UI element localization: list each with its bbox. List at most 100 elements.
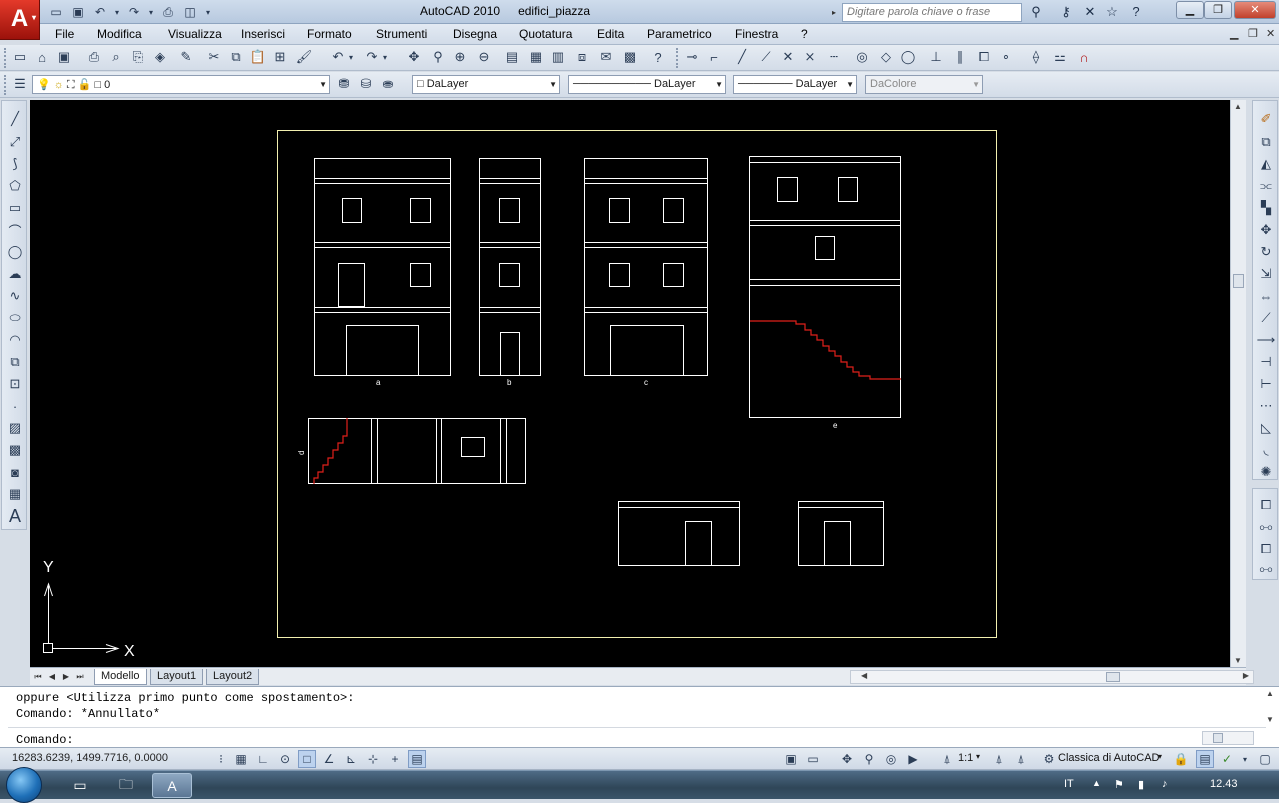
prev-tab-icon[interactable]: ◀ [46,670,58,683]
auto-scale-icon[interactable]: ⍋ [1012,750,1030,768]
snap-mode-icon[interactable]: ▦ [232,750,250,768]
scroll-left-icon[interactable]: ◀ [861,671,867,680]
markup-icon[interactable]: ✉ [596,47,616,67]
menu-file[interactable]: File [55,27,74,41]
network-signal-icon[interactable]: ▮ [1138,778,1144,791]
tab-layout1[interactable]: Layout1 [150,669,204,685]
layer-control-dropdown[interactable]: 💡 ☼ ⛶ 🔓 □ 0 ▼ [32,75,330,94]
start-button[interactable] [6,767,42,803]
menu-finestra[interactable]: Finestra [735,27,778,41]
zoom-realtime-icon[interactable]: ⚲ [428,47,448,67]
isolate-objects-icon[interactable]: ✓ [1218,750,1236,768]
new-icon[interactable]: ▭ [10,47,30,67]
subscription-icon[interactable]: ⚷ [1056,3,1076,21]
point-icon[interactable]: · [5,396,25,416]
osnap-settings-magnet-icon[interactable]: ∩ [1074,47,1094,67]
color-control-dropdown[interactable]: □ DaLayer ▼ [412,75,560,94]
dynamic-ucs-icon[interactable]: ⊾ [342,750,360,768]
zoom-window-icon[interactable]: ⊕ [450,47,470,67]
layer-previous-icon[interactable]: ⛁ [356,74,376,94]
snap-tangent-icon[interactable]: ◯ [898,47,918,67]
annotation-scale-value[interactable]: 1:1 [958,752,973,764]
object-snap-icon[interactable]: □ [298,750,316,768]
help-icon[interactable]: ? [648,47,668,67]
snap-nearest-icon[interactable]: ⟠ [1026,47,1046,67]
undo-dropdown-icon[interactable]: ▾ [112,3,122,21]
move-icon[interactable]: ✥ [1256,220,1276,240]
redo-icon[interactable]: ↷ [362,47,382,67]
menu-inserisci[interactable]: Inserisci [241,27,285,41]
action-center-flag-icon[interactable]: ⚑ [1114,778,1124,791]
horizontal-scrollbar[interactable]: ◀ ▶ [850,670,1254,684]
drawing-canvas[interactable]: a b c e d Y X [30,100,1230,667]
open-icon[interactable]: ⌂ [32,47,52,67]
plot-icon[interactable]: ⎙ [158,3,178,21]
coordinates-display[interactable]: 16283.6239, 1499.7716, 0.0000 [12,752,168,764]
cut-icon[interactable]: ✂ [204,47,224,67]
publish-icon[interactable]: ⎘ [128,47,148,67]
gradient-icon[interactable]: ▩ [5,440,25,460]
menu-strumenti[interactable]: Strumenti [376,27,427,41]
vertical-scrollbar[interactable]: ▲ ▼ [1230,100,1246,667]
properties-icon[interactable]: ▤ [502,47,522,67]
plot-preview-icon[interactable]: ⌕ [106,47,126,67]
bring-above-icon[interactable]: ⧠ [1256,539,1276,559]
paste-block-icon[interactable]: ⊞ [270,47,290,67]
horizontal-scroll-thumb[interactable] [1106,672,1120,682]
quick-view-layouts-icon[interactable]: ▭ [804,750,822,768]
menu-visualizza[interactable]: Visualizza [168,27,222,41]
command-hscroll-thumb[interactable] [1213,733,1223,743]
snap-node-icon[interactable]: ∘ [996,47,1016,67]
make-current-layer-icon[interactable]: ⛃ [334,74,354,94]
sheet-set-icon[interactable]: ⧈ [572,47,592,67]
clean-screen-icon[interactable]: ▢ [1256,750,1274,768]
snap-apparent-intersect-icon[interactable]: ⨯ [800,47,820,67]
chevron-down-icon[interactable]: ▾ [1158,752,1162,761]
pan-status-icon[interactable]: ✥ [838,750,856,768]
ortho-mode-icon[interactable]: ∟ [254,750,272,768]
explode-icon[interactable]: ✺ [1256,462,1276,482]
undo-icon[interactable]: ↶ [90,3,110,21]
break-at-point-icon[interactable]: ⊣ [1256,352,1276,372]
multiline-text-icon[interactable]: A [5,506,25,526]
command-prompt[interactable]: Comando: [16,733,74,747]
snap-none-icon[interactable]: ⚍ [1050,47,1070,67]
polygon-icon[interactable]: ⬠ [5,176,25,196]
last-tab-icon[interactable]: ⏭ [74,670,86,683]
spline-icon[interactable]: ∿ [5,286,25,306]
first-tab-icon[interactable]: ⏮ [32,670,44,683]
paste-icon[interactable]: 📋 [248,47,268,67]
search-collapse-icon[interactable]: ▸ [832,3,842,22]
3d-dwf-icon[interactable]: ◈ [150,47,170,67]
redo-icon[interactable]: ↷ [124,3,144,21]
rectangle-icon[interactable]: ▭ [5,198,25,218]
save-icon[interactable]: ▣ [54,47,74,67]
command-scroll-down-icon[interactable]: ▼ [1266,715,1274,724]
snap-perpendicular-icon[interactable]: ⊥ [926,47,946,67]
workspace-gear-icon[interactable]: ⚙ [1040,750,1058,768]
application-menu-button[interactable]: A ▾ [0,0,40,40]
design-center-icon[interactable]: ▦ [526,47,546,67]
menu-modifica[interactable]: Modifica [97,27,142,41]
join-icon[interactable]: ⋯ [1256,396,1276,416]
snap-parallel-icon[interactable]: ∥ [950,47,970,67]
construction-line-icon[interactable]: ⤢ [5,132,25,152]
hatch-icon[interactable]: ▨ [5,418,25,438]
polar-tracking-icon[interactable]: ⊙ [276,750,294,768]
communication-center-icon[interactable]: ✕ [1080,3,1100,21]
snap-from-icon[interactable]: ⌐ [704,47,724,67]
chevron-down-icon[interactable]: ▾ [976,752,980,761]
extend-icon[interactable]: ⟶ [1256,330,1276,350]
circle-icon[interactable]: ◯ [5,242,25,262]
trim-icon[interactable]: ⟋ [1256,308,1276,328]
customize-qat-icon[interactable]: ▾ [202,3,214,21]
tool-palettes-icon[interactable]: ▥ [548,47,568,67]
dynamic-input-icon[interactable]: ⊹ [364,750,382,768]
doc-minimize-icon[interactable]: ▁ [1230,27,1238,40]
linetype-control-dropdown[interactable]: ────────── DaLayer ▼ [568,75,726,94]
show-hidden-icons-chevron-icon[interactable]: ▲ [1092,778,1101,788]
folder-taskbar-icon[interactable]: 🗀 [106,773,146,798]
send-under-icon[interactable]: ⧟ [1256,559,1276,579]
menu-parametrico[interactable]: Parametrico [647,27,712,41]
help-icon[interactable]: ? [1126,3,1146,21]
